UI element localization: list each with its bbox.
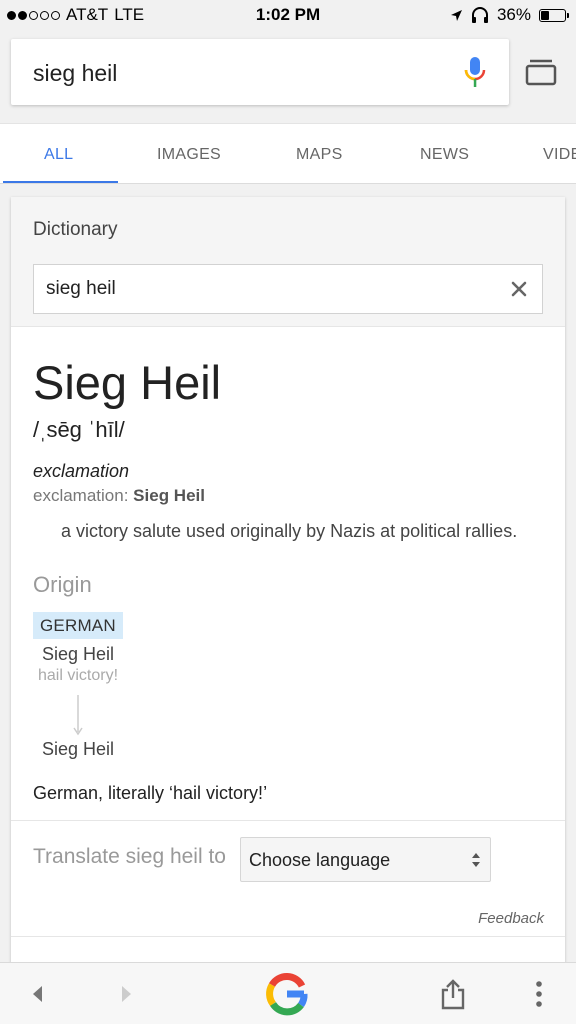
origin-note: German, literally ‘hail victory!’ [33,783,268,803]
location-arrow-icon [450,9,462,21]
headword: Sieg Heil [33,356,222,409]
headphones-icon [471,6,488,23]
back-icon[interactable] [26,981,50,1007]
etymology-arrow-icon [73,695,83,736]
word-form-label: exclamation: [33,486,129,505]
active-tab-indicator [3,181,118,183]
tab-videos[interactable]: VIDEOS [543,146,576,164]
tab-all[interactable]: ALL [44,146,73,164]
dictionary-search-field[interactable]: sieg heil [33,264,543,314]
tab-switcher-icon[interactable] [524,57,558,87]
status-bar: AT&T LTE 1:02 PM 36% [0,0,576,30]
dictionary-card: Dictionary sieg heil Sieg Heil /ˌsēɡ ˈhī… [11,197,565,977]
tab-maps[interactable]: MAPS [296,146,343,164]
dictionary-header: Dictionary sieg heil [11,197,565,327]
definition: a victory salute used originally by Nazi… [61,521,518,541]
clear-icon[interactable] [508,278,530,300]
select-arrows-icon [472,853,480,867]
translate-label: Translate sieg heil to [33,845,226,868]
etymology-source-word: Sieg Heil [41,644,115,664]
search-tabs: ALL IMAGES MAPS NEWS VIDEOS [0,123,576,184]
battery-percent: 36% [496,5,531,24]
battery-icon [539,8,569,22]
divider [11,820,565,821]
word-form-value: Sieg Heil [133,486,205,505]
phonetic: /ˌsēɡ ˈhīl/ [33,417,125,442]
bottom-toolbar [0,962,576,1024]
origin-title: Origin [33,572,92,597]
word-form: exclamation: Sieg Heil [33,486,205,506]
microphone-icon[interactable] [463,56,487,90]
feedback-link[interactable]: Feedback [478,910,544,927]
status-right: 36% [450,5,569,25]
etymology-result-word: Sieg Heil [41,739,115,759]
search-input[interactable]: sieg heil [33,60,117,87]
dictionary-title: Dictionary [33,219,118,240]
divider [11,936,565,937]
translate-language-value[interactable]: Choose language [249,850,390,871]
origin-language-chip: GERMAN [33,612,123,639]
translate-language-select[interactable]: Choose language [240,837,491,882]
more-options-icon[interactable] [530,980,548,1008]
tab-news[interactable]: NEWS [420,146,469,164]
google-logo-icon[interactable] [265,972,309,1016]
etymology-source-gloss: hail victory! [37,667,119,684]
forward-icon[interactable] [114,981,138,1007]
battery-fill [541,10,550,20]
tab-images[interactable]: IMAGES [157,146,221,164]
search-box[interactable]: sieg heil [11,39,509,105]
part-of-speech: exclamation [33,461,130,481]
dictionary-search-value[interactable]: sieg heil [46,278,116,300]
share-icon[interactable] [439,978,467,1010]
